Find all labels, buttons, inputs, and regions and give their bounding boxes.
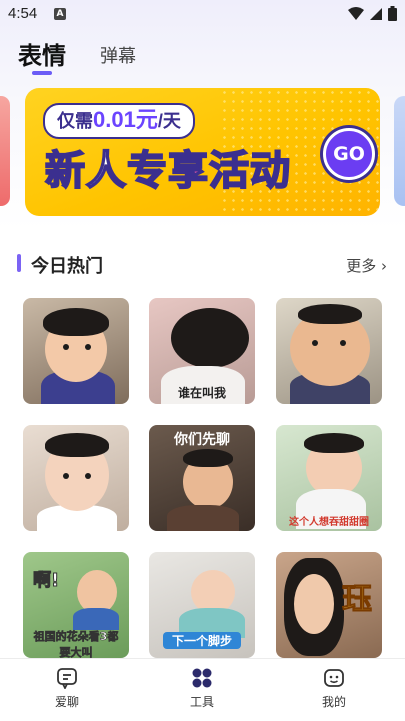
battery-icon — [388, 6, 397, 21]
tile-hair — [298, 304, 362, 324]
pill-price: 0.01元 — [93, 107, 158, 132]
tile-eye — [340, 340, 346, 346]
meme-tile-7[interactable]: 啊! 祖国的花朵看3都要大叫 — [23, 552, 129, 658]
status-bar: 4:54 A — [0, 0, 405, 28]
tile-eye — [63, 473, 69, 479]
tile-hair — [45, 433, 109, 457]
tile-caption: 祖国的花朵看3都要大叫 — [33, 630, 119, 658]
tile-caption: 珏 — [342, 582, 373, 618]
banner-title: 新人专享活动 — [44, 138, 291, 196]
section-accent-bar — [17, 254, 21, 272]
tab-emoji[interactable]: 表情 — [18, 36, 66, 71]
tile-shirt — [73, 608, 119, 630]
tile-caption: 下一个脚步 — [163, 632, 241, 649]
meme-tile-4[interactable] — [23, 425, 129, 531]
nav-label-profile: 我的 — [321, 695, 346, 709]
pill-suffix: /天 — [157, 111, 181, 131]
notification-icon: A — [54, 8, 66, 20]
tile-hair — [304, 433, 364, 453]
grid-dots-icon — [192, 668, 212, 688]
nav-item-profile[interactable]: 我的 — [294, 667, 374, 710]
more-link[interactable]: 更多 › — [346, 255, 387, 276]
tile-caption: 谁在叫我 — [177, 386, 226, 400]
tile-eye — [85, 473, 91, 479]
carousel-next-card[interactable] — [394, 96, 405, 206]
tab-danmaku[interactable]: 弹幕 — [100, 42, 136, 68]
signal-icon — [370, 7, 382, 20]
tile-caption: 你们先聊 — [174, 432, 230, 448]
nav-label-chat: 爱聊 — [54, 695, 79, 709]
bottom-nav: 爱聊 工具 我的 — [0, 658, 405, 721]
tile-caption: 这个人想吞甜甜圈 — [289, 517, 369, 528]
status-time: 4:54 — [8, 5, 38, 22]
banner-title-b: 专享活动 — [126, 147, 291, 195]
banner-go-button[interactable]: GO — [323, 128, 375, 180]
nav-label-tools: 工具 — [189, 695, 214, 709]
tile-hair — [171, 308, 249, 368]
meme-tile-3[interactable] — [276, 298, 382, 404]
nav-item-chat[interactable]: 爱聊 — [27, 667, 107, 710]
tile-face — [294, 574, 334, 634]
banner-price-pill: 仅需0.01元/天 — [43, 103, 195, 139]
meme-tile-1[interactable] — [23, 298, 129, 404]
section-title: 今日热门 — [31, 256, 103, 277]
tile-shirt — [167, 505, 239, 531]
promo-banner[interactable]: 仅需0.01元/天 新人专享活动 GO — [25, 88, 380, 216]
wifi-icon — [348, 6, 364, 20]
pill-prefix: 仅需 — [57, 111, 93, 131]
tab-indicator — [32, 71, 52, 75]
carousel-prev-card[interactable] — [0, 96, 10, 206]
tile-eye — [85, 344, 91, 350]
tile-hair — [183, 449, 233, 467]
chat-icon — [57, 668, 77, 689]
meme-tile-9[interactable]: 珏 — [276, 552, 382, 658]
meme-tile-5[interactable]: 你们先聊 — [149, 425, 255, 531]
nav-item-tools[interactable]: 工具 — [162, 667, 242, 710]
meme-tile-2[interactable]: 谁在叫我 — [149, 298, 255, 404]
status-icons — [348, 6, 397, 21]
tile-hair — [43, 308, 109, 336]
meme-tile-6[interactable]: 这个人想吞甜甜圈 — [276, 425, 382, 531]
tile-eye — [312, 340, 318, 346]
banner-title-a: 新人 — [44, 147, 127, 195]
tile-eye — [63, 344, 69, 350]
profile-icon — [324, 669, 344, 687]
meme-tile-8[interactable]: 下一个脚步 — [149, 552, 255, 658]
